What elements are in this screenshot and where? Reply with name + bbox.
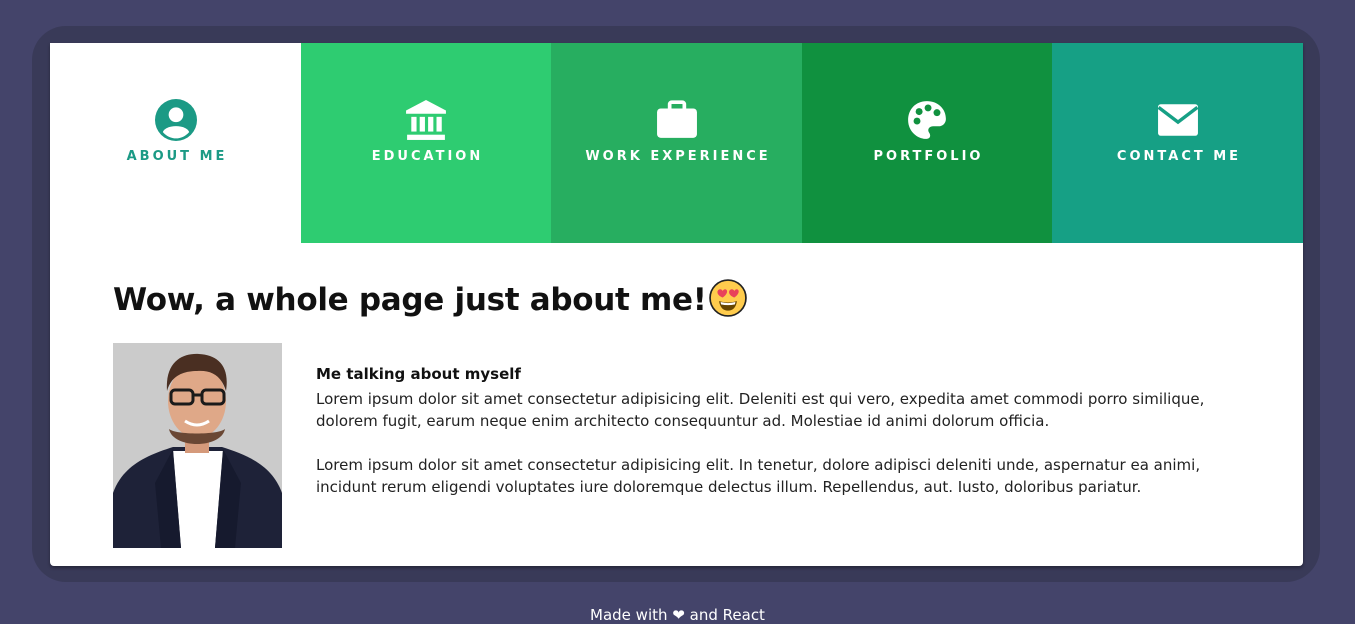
tab-nav: ABOUT ME EDUCATION WORK EXPERIENCE PORTF… — [50, 43, 1303, 243]
page-title-text: Wow, a whole page just about me! — [113, 282, 707, 318]
page-title: Wow, a whole page just about me! — [113, 279, 747, 318]
envelope-icon — [1157, 99, 1199, 141]
footer-text-before: Made with — [590, 606, 668, 624]
main-card: ABOUT ME EDUCATION WORK EXPERIENCE PORTF… — [50, 43, 1303, 566]
tab-about-me[interactable]: ABOUT ME — [50, 43, 301, 243]
tab-work-experience[interactable]: WORK EXPERIENCE — [551, 43, 802, 243]
heart-icon: ❤ — [672, 606, 685, 624]
tab-label: ABOUT ME — [126, 149, 228, 164]
tab-education[interactable]: EDUCATION — [301, 43, 551, 243]
tab-label: CONTACT ME — [1116, 149, 1242, 164]
footer: Made with ❤ and React — [0, 606, 1355, 624]
heart-eyes-emoji-icon — [708, 279, 747, 317]
tab-portfolio[interactable]: PORTFOLIO — [802, 43, 1052, 243]
about-me-section: Wow, a whole page just about me! Me talk… — [50, 243, 1303, 566]
about-subtitle: Me talking about myself — [316, 365, 521, 383]
tab-contact-me[interactable]: CONTACT ME — [1052, 43, 1303, 243]
about-paragraph-1: Lorem ipsum dolor sit amet consectetur a… — [316, 390, 1205, 430]
tab-label: WORK EXPERIENCE — [585, 149, 771, 164]
palette-icon — [906, 99, 948, 141]
footer-text-after: and React — [689, 606, 765, 624]
about-paragraph-2: Lorem ipsum dolor sit amet consectetur a… — [316, 456, 1201, 496]
user-circle-icon — [154, 99, 197, 141]
about-text: Me talking about myself Lorem ipsum dolo… — [316, 365, 1256, 520]
profile-photo — [113, 343, 282, 548]
tab-label: PORTFOLIO — [873, 149, 984, 164]
briefcase-icon — [656, 99, 698, 141]
tab-label: EDUCATION — [371, 149, 484, 164]
bank-icon — [405, 99, 447, 141]
